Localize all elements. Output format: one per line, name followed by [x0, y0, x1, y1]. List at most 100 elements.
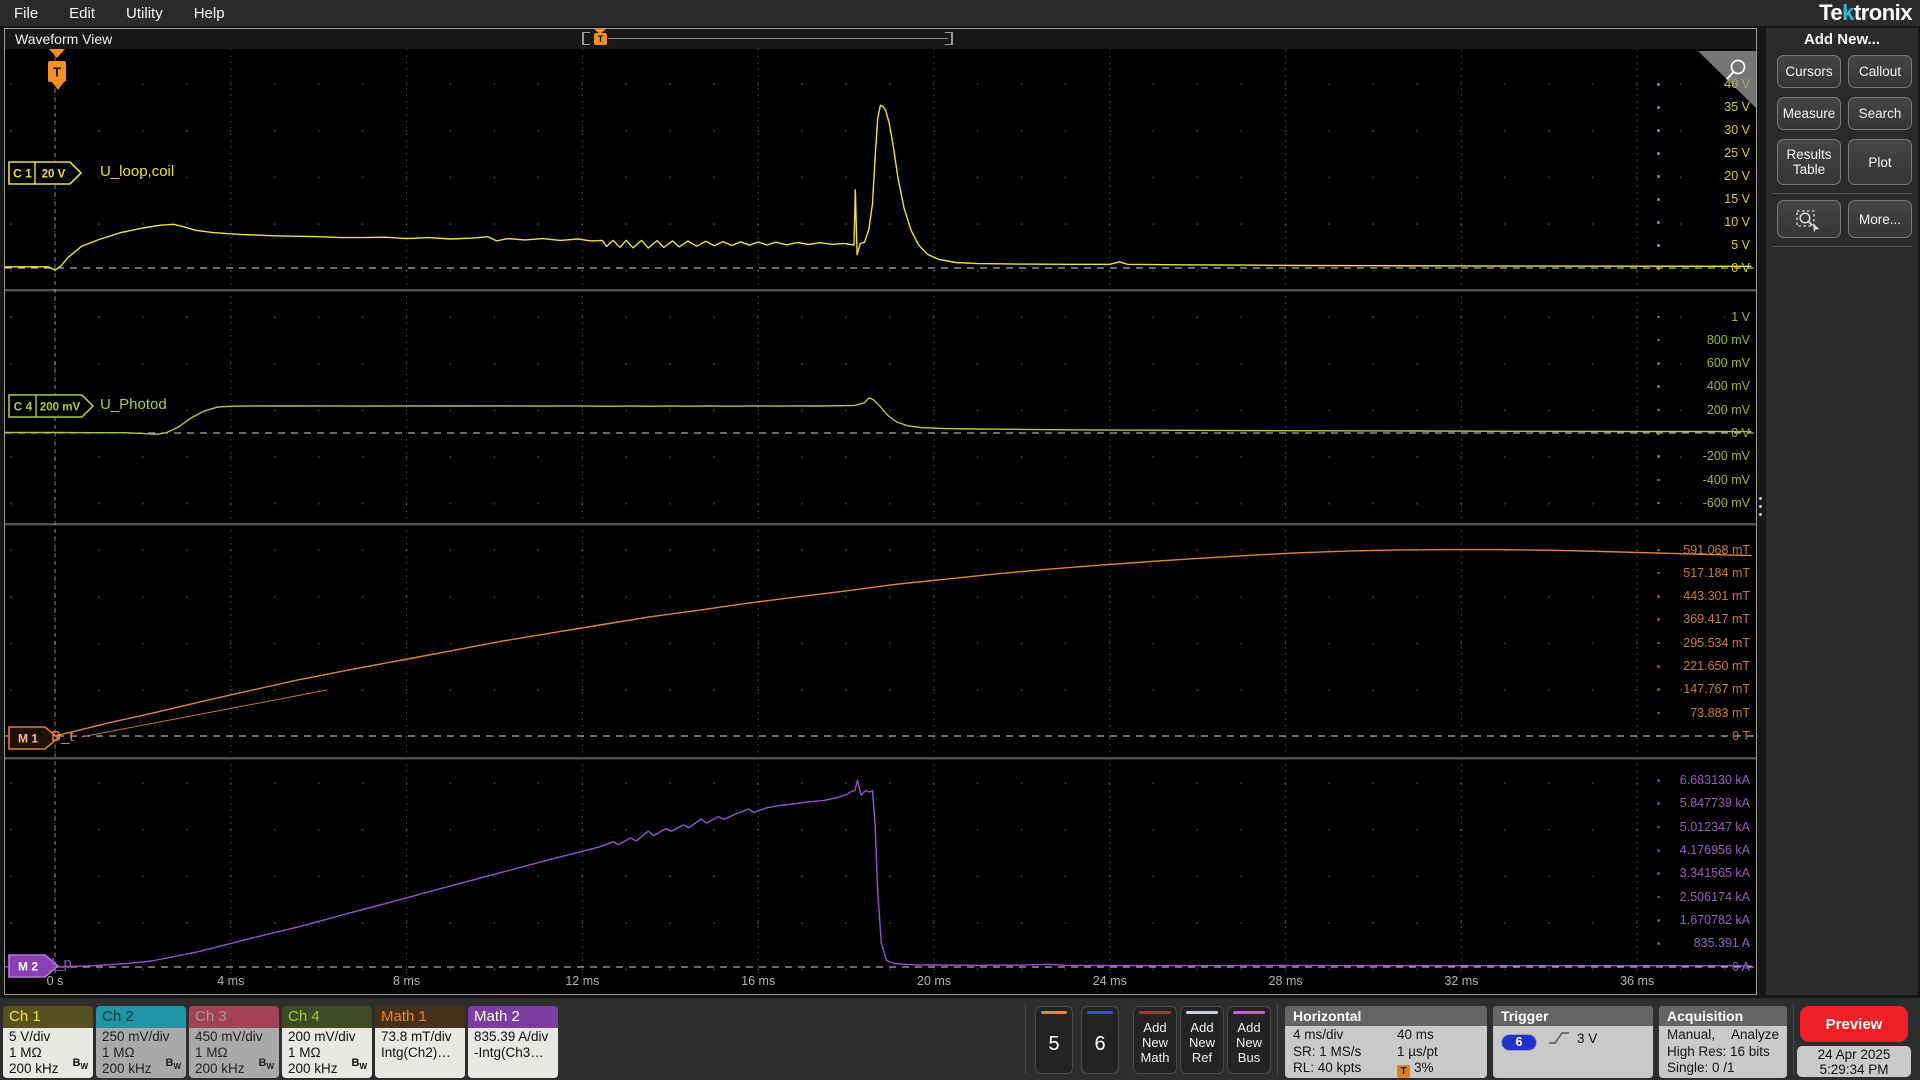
button-color-stripe [1087, 1011, 1113, 1014]
time-axis-label: 0 s [46, 974, 64, 988]
channel-badge-ch3[interactable]: Ch 3 450 mV/div 1 MΩ 200 kHz BW [189, 1006, 279, 1078]
ch1-scale-label: 20 V [1724, 169, 1750, 183]
preview-button[interactable]: Preview [1800, 1006, 1908, 1042]
ch4-badge[interactable]: C 4 200 mV [8, 394, 95, 418]
add-new-header: Add New... [1803, 31, 1881, 48]
trace-math1 [5, 548, 1752, 737]
ch4-scale-label: 800 mV [1706, 332, 1750, 347]
math1-scale-label: 591.068 mT [1683, 542, 1750, 557]
ch1-scale-tick [1657, 83, 1660, 86]
menu-edit[interactable]: Edit [69, 5, 95, 22]
bandwidth-limit-icon: BW [72, 1056, 88, 1071]
date: 24 Apr 2025 [1817, 1047, 1891, 1062]
channel-badge-ch4[interactable]: Ch 4 200 mV/div 1 MΩ 200 kHz BW [282, 1006, 372, 1078]
channel-badge-header: Ch 2 [96, 1006, 186, 1028]
plot-area[interactable]: C 120 VC 4200 mVM 1M 2T 40 V35 V30 V25 V… [5, 49, 1756, 993]
math2-scale-tick [1657, 872, 1660, 875]
math2-trace-label[interactable]: I_p [51, 955, 72, 972]
button-5[interactable]: 5 [1035, 1006, 1073, 1074]
math1-scale-tick [1657, 548, 1660, 551]
channel-badge-math2[interactable]: Math 2 835.39 A/div -Intg(Ch3… [468, 1006, 558, 1078]
results-table-button[interactable]: Results Table [1777, 139, 1841, 185]
button-color-stripe [1139, 1011, 1171, 1014]
right-panel-divider [1772, 246, 1912, 247]
right-panel: Add New... Cursors Callout Measure Searc… [1766, 28, 1918, 995]
datetime-display: 24 Apr 2025 5:29:34 PM [1797, 1046, 1911, 1077]
bottom-bar-divider [1793, 1004, 1794, 1074]
channel-badge-math1[interactable]: Math 1 73.8 mT/div Intg(Ch2)… [375, 1006, 465, 1078]
trigger-panel[interactable]: Trigger 6 3 V [1493, 1006, 1653, 1078]
ch4-scale-tick [1657, 478, 1660, 482]
ch1-trace-label[interactable]: U_loop,coil [100, 163, 174, 180]
math1-scale-label: 0 T [1732, 728, 1750, 743]
acquisition-panel[interactable]: Acquisition Manual, Analyze High Res: 16 … [1659, 1006, 1787, 1078]
channel-badge-ch1[interactable]: Ch 15 V/div 1 MΩ 200 kHz BW [3, 1006, 93, 1078]
horizontal-panel[interactable]: Horizontal 4 ms/div 40 ms SR: 1 MS/s 1 µs/… [1285, 1006, 1487, 1078]
horizontal-scale: 4 ms/div [1293, 1027, 1344, 1042]
channel-badge-ch2[interactable]: Ch 2 250 mV/div 1 MΩ 200 kHz BW [96, 1006, 186, 1078]
horizontal-position-bar[interactable] [608, 38, 948, 39]
add-new-ref-button[interactable]: Add New Ref [1180, 1006, 1224, 1074]
menu-help[interactable]: Help [194, 5, 225, 22]
time-axis-label: 16 ms [741, 974, 776, 988]
callout-button[interactable]: Callout [1848, 55, 1912, 88]
trigger-flag-icon[interactable]: T [48, 49, 66, 90]
math2-scale-tick [1657, 849, 1660, 852]
button-6[interactable]: 6 [1081, 1006, 1119, 1074]
ch1-scale-tick [1657, 244, 1660, 247]
trace-ch1 [5, 104, 1752, 271]
math1-scale-label: 517.184 mT [1683, 565, 1750, 580]
math1-scale-tick [1657, 618, 1660, 621]
ch1-badge[interactable]: C 1 20 V [8, 161, 83, 185]
channel-badge-settings: 73.8 mT/div Intg(Ch2)… [375, 1028, 465, 1078]
time-axis-label: 12 ms [565, 974, 600, 988]
svg-text:M 1: M 1 [18, 732, 38, 746]
channel-setting-line: -Intg(Ch3… [474, 1045, 544, 1060]
horizontal-record-length: RL: 40 kpts [1293, 1060, 1362, 1075]
math2-scale-tick [1657, 895, 1660, 899]
slice-separator [5, 523, 1756, 526]
search-button[interactable]: Search [1848, 97, 1912, 130]
ch1-scale-label: 30 V [1724, 123, 1750, 137]
acquisition-mode: Manual, [1667, 1027, 1716, 1042]
channel-badge-settings: 450 mV/div 1 MΩ 200 kHz BW [189, 1028, 279, 1078]
add-new-math-button[interactable]: Add New Math [1133, 1006, 1177, 1074]
ch4-scale-tick [1657, 338, 1660, 342]
horizontal-window: 40 ms [1397, 1027, 1434, 1042]
math2-scale-label: 0 A [1731, 959, 1750, 974]
plot-button[interactable]: Plot [1848, 139, 1912, 185]
math2-scale-tick [1657, 825, 1660, 829]
ch1-scale-tick [1657, 152, 1660, 155]
ch1-scale-label: 0 V [1731, 261, 1750, 275]
channel-setting-line: 73.8 mT/div [381, 1029, 452, 1044]
add-new-bus-button[interactable]: Add New Bus [1227, 1006, 1271, 1074]
math1-scale-label: 443.301 mT [1683, 589, 1750, 604]
horizontal-trigger-position: T 3% [1397, 1060, 1434, 1078]
measure-button[interactable]: Measure [1777, 97, 1841, 130]
panel-splitter-handle[interactable] [1759, 497, 1762, 521]
ch4-trace-label[interactable]: U_Photod [100, 396, 167, 413]
more-button[interactable]: More... [1848, 200, 1912, 238]
ch4-scale-label: 0 V [1731, 426, 1750, 440]
trigger-position-t-icon[interactable]: T [594, 33, 607, 45]
menu-utility[interactable]: Utility [126, 5, 163, 22]
menu-file[interactable]: File [14, 5, 38, 22]
math2-scale-tick [1657, 965, 1660, 969]
bottom-bar-divider [1025, 1004, 1026, 1074]
time: 5:29:34 PM [1819, 1062, 1889, 1077]
channel-setting-line: 5 V/div [9, 1029, 51, 1044]
waveform-view-title: Waveform View [15, 31, 113, 47]
horizontal-resolution: 1 µs/pt [1397, 1043, 1438, 1059]
ch4-scale-label: -400 mV [1702, 472, 1750, 487]
math1-trace-label[interactable]: B_t [51, 728, 74, 745]
cursors-button[interactable]: Cursors [1777, 55, 1841, 88]
bottom-bar-divider [1277, 1004, 1278, 1074]
ch4-scale-tick [1657, 362, 1660, 365]
zoom-select-button[interactable] [1777, 200, 1841, 238]
zoom-select-icon [1796, 209, 1819, 232]
waveform-canvas: C 1 20 V C 4 200 mV M 1 M 2 T [5, 49, 1756, 978]
channel-setting-line: 835.39 A/div [474, 1029, 549, 1044]
math1-scale-tick [1657, 641, 1660, 645]
math1-scale-label: 295.534 mT [1683, 635, 1750, 650]
ch1-scale-tick [1657, 175, 1660, 178]
